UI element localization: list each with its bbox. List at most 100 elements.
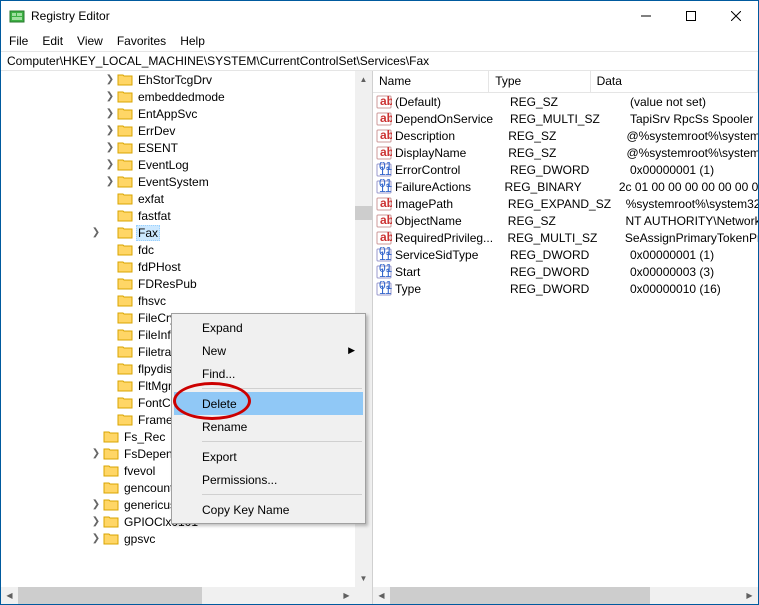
tree-item-eventsystem[interactable]: ❯EventSystem: [1, 173, 355, 190]
scroll-track[interactable]: [390, 587, 741, 604]
column-header-type[interactable]: Type: [489, 71, 590, 92]
menu-item-new[interactable]: New▶: [174, 339, 363, 362]
menu-item-label: Permissions...: [202, 473, 277, 487]
scroll-down-button[interactable]: ▼: [355, 570, 372, 587]
value-name: ImagePath: [395, 197, 508, 211]
value-name: (Default): [395, 95, 510, 109]
menu-edit[interactable]: Edit: [42, 34, 63, 48]
value-type: REG_DWORD: [510, 282, 630, 296]
value-row[interactable]: 011110ServiceSidTypeREG_DWORD0x00000001 …: [373, 246, 758, 263]
scroll-left-button[interactable]: ◀: [373, 587, 390, 604]
titlebar[interactable]: Registry Editor: [1, 1, 758, 31]
tree-horizontal-scrollbar[interactable]: ◀ ▶: [1, 587, 355, 604]
value-row[interactable]: abRequiredPrivileg...REG_MULTI_SZSeAssig…: [373, 229, 758, 246]
expand-arrow-icon[interactable]: ❯: [89, 499, 103, 510]
value-data: 0x00000010 (16): [630, 282, 721, 296]
menu-item-delete[interactable]: Delete: [174, 392, 363, 415]
value-data: %systemroot%\system32: [626, 197, 758, 211]
tree-item-label: fastfat: [136, 209, 173, 223]
scroll-right-button[interactable]: ▶: [338, 587, 355, 604]
svg-text:ab: ab: [380, 145, 392, 159]
tree-item-eventlog[interactable]: ❯EventLog: [1, 156, 355, 173]
tree-item-gpsvc[interactable]: ❯ gpsvc: [1, 530, 355, 547]
binary-value-icon: 011110: [376, 162, 392, 178]
folder-icon: [103, 480, 119, 496]
value-type: REG_SZ: [510, 95, 630, 109]
expand-arrow-icon[interactable]: ❯: [89, 448, 103, 459]
tree-item-errdev[interactable]: ❯ErrDev: [1, 122, 355, 139]
maximize-button[interactable]: [668, 1, 713, 31]
expand-arrow-icon[interactable]: ❯: [89, 516, 103, 527]
expand-arrow-icon[interactable]: ❯: [89, 533, 103, 544]
menu-help[interactable]: Help: [180, 34, 205, 48]
scroll-left-button[interactable]: ◀: [1, 587, 18, 604]
menu-item-find[interactable]: Find...: [174, 362, 363, 385]
tree-item-ehstortcgdrv[interactable]: ❯EhStorTcgDrv: [1, 71, 355, 88]
scroll-corner: [355, 587, 372, 604]
scroll-right-button[interactable]: ▶: [741, 587, 758, 604]
tree-item-label: gpsvc: [122, 532, 157, 546]
menu-file[interactable]: File: [9, 34, 28, 48]
tree-item-label: Fs_Rec: [122, 430, 167, 444]
binary-value-icon: 011110: [376, 247, 392, 263]
scroll-up-button[interactable]: ▲: [355, 71, 372, 88]
folder-icon: [117, 276, 133, 292]
content-area: ❯EhStorTcgDrv❯embeddedmode❯EntAppSvc❯Err…: [1, 71, 758, 604]
tree-item-fdrespub[interactable]: FDResPub: [1, 275, 355, 292]
menu-favorites[interactable]: Favorites: [117, 34, 166, 48]
value-row[interactable]: 011110TypeREG_DWORD0x00000010 (16): [373, 280, 758, 297]
minimize-button[interactable]: [623, 1, 668, 31]
expand-arrow-icon[interactable]: ❯: [103, 74, 117, 85]
tree-item-embeddedmode[interactable]: ❯embeddedmode: [1, 88, 355, 105]
tree-item-label: exfat: [136, 192, 166, 206]
scroll-thumb[interactable]: [390, 587, 650, 604]
value-name: ObjectName: [395, 214, 508, 228]
tree-item-fax[interactable]: ❯Fax: [1, 224, 355, 241]
values-list[interactable]: ab(Default)REG_SZ(value not set)abDepend…: [373, 93, 758, 587]
value-row[interactable]: 011110StartREG_DWORD0x00000003 (3): [373, 263, 758, 280]
value-row[interactable]: ab(Default)REG_SZ(value not set): [373, 93, 758, 110]
scroll-thumb[interactable]: [355, 206, 372, 220]
value-data: 0x00000001 (1): [630, 248, 714, 262]
menu-item-expand[interactable]: Expand: [174, 316, 363, 339]
value-row[interactable]: abDependOnServiceREG_MULTI_SZTapiSrv Rpc…: [373, 110, 758, 127]
value-type: REG_DWORD: [510, 163, 630, 177]
window-buttons: [623, 1, 758, 31]
menu-item-permissions[interactable]: Permissions...: [174, 468, 363, 491]
tree-item-exfat[interactable]: exfat: [1, 190, 355, 207]
tree-item-fdphost[interactable]: fdPHost: [1, 258, 355, 275]
expand-arrow-icon[interactable]: ❯: [103, 176, 117, 187]
column-header-data[interactable]: Data: [591, 71, 758, 92]
column-header-name[interactable]: Name: [373, 71, 489, 92]
tree-item-entappsvc[interactable]: ❯ EntAppSvc: [1, 105, 355, 122]
value-row[interactable]: 011110ErrorControlREG_DWORD0x00000001 (1…: [373, 161, 758, 178]
value-row[interactable]: 011110FailureActionsREG_BINARY2c 01 00 0…: [373, 178, 758, 195]
expand-arrow-icon[interactable]: ❯: [103, 91, 117, 102]
close-button[interactable]: [713, 1, 758, 31]
expand-arrow-icon[interactable]: ❯: [103, 159, 117, 170]
tree-item-fastfat[interactable]: fastfat: [1, 207, 355, 224]
expand-arrow-icon[interactable]: ❯: [103, 108, 117, 119]
tree-item-label: EntAppSvc: [136, 107, 199, 121]
menu-item-copy-key-name[interactable]: Copy Key Name: [174, 498, 363, 521]
scroll-thumb[interactable]: [18, 587, 202, 604]
menu-view[interactable]: View: [77, 34, 103, 48]
menu-item-rename[interactable]: Rename: [174, 415, 363, 438]
values-header[interactable]: NameTypeData: [373, 71, 758, 93]
expand-arrow-icon[interactable]: ❯: [89, 227, 103, 238]
value-row[interactable]: abObjectNameREG_SZNT AUTHORITY\Network: [373, 212, 758, 229]
expand-arrow-icon[interactable]: ❯: [103, 142, 117, 153]
value-row[interactable]: abImagePathREG_EXPAND_SZ%systemroot%\sys…: [373, 195, 758, 212]
value-row[interactable]: abDisplayNameREG_SZ@%systemroot%\system: [373, 144, 758, 161]
value-row[interactable]: abDescriptionREG_SZ@%systemroot%\system: [373, 127, 758, 144]
scroll-track[interactable]: [18, 587, 338, 604]
tree-item-fhsvc[interactable]: fhsvc: [1, 292, 355, 309]
tree-item-esent[interactable]: ❯ESENT: [1, 139, 355, 156]
value-type: REG_BINARY: [505, 180, 619, 194]
expand-arrow-icon[interactable]: ❯: [103, 125, 117, 136]
svg-text:110: 110: [379, 181, 392, 195]
values-horizontal-scrollbar[interactable]: ◀ ▶: [373, 587, 758, 604]
tree-item-fdc[interactable]: fdc: [1, 241, 355, 258]
menu-item-export[interactable]: Export: [174, 445, 363, 468]
address-bar[interactable]: Computer\HKEY_LOCAL_MACHINE\SYSTEM\Curre…: [1, 51, 758, 71]
